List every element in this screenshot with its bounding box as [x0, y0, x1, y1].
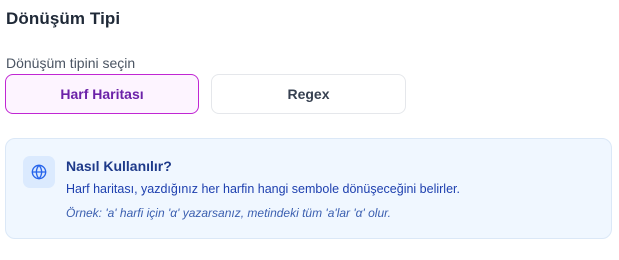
- info-example: Örnek: 'a' harfi için 'α' yazarsanız, me…: [66, 206, 392, 220]
- section-title: Dönüşüm Tipi: [6, 9, 121, 28]
- info-description: Harf haritası, yazdığınız her harfin han…: [66, 182, 460, 196]
- how-to-use-card: Nasıl Kullanılır? Harf haritası, yazdığı…: [5, 138, 612, 239]
- option-regex-button[interactable]: Regex: [211, 74, 406, 114]
- option-letter-map-button[interactable]: Harf Haritası: [5, 74, 199, 114]
- globe-icon: [23, 156, 55, 188]
- conversion-type-label: Dönüşüm tipini seçin: [6, 55, 136, 71]
- info-title: Nasıl Kullanılır?: [66, 158, 172, 174]
